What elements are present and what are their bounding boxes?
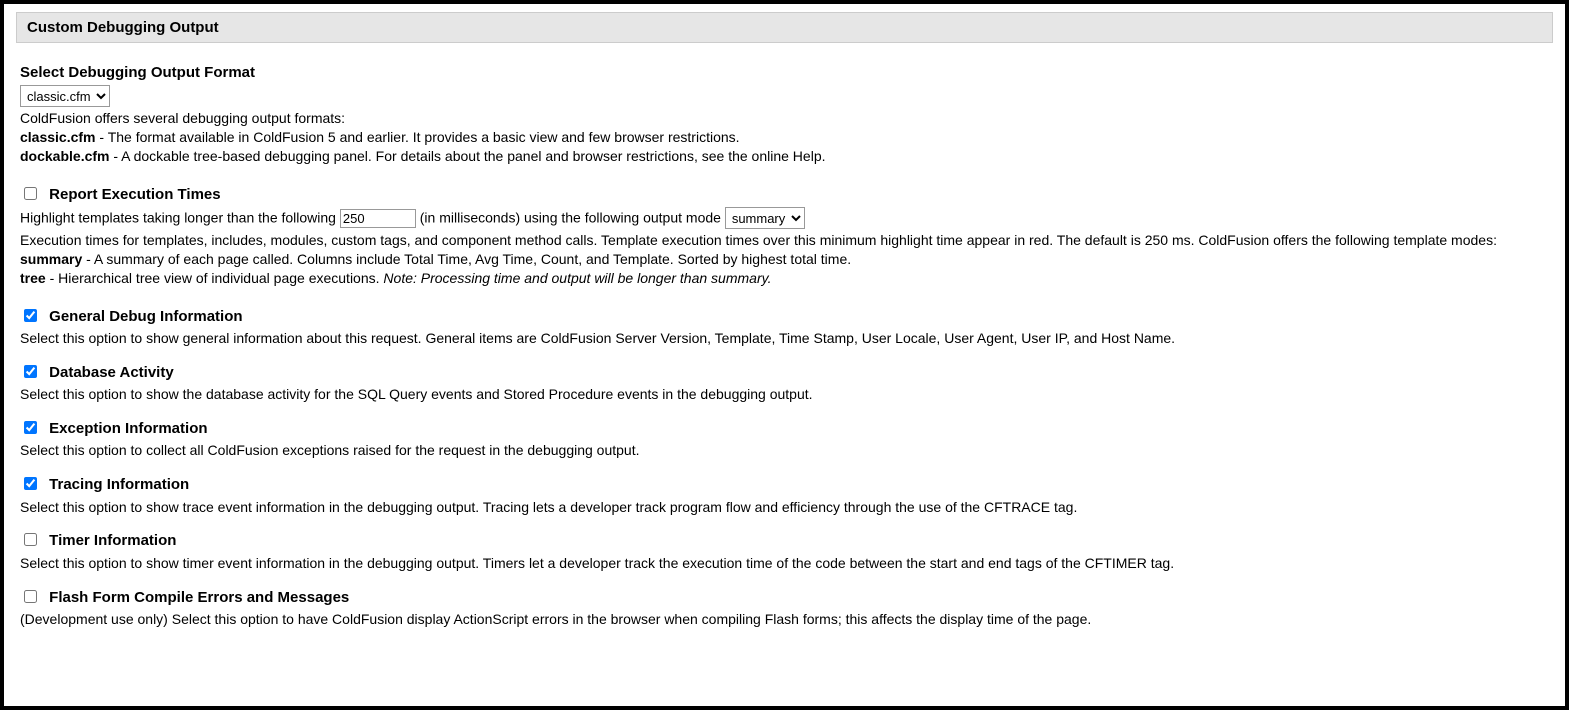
- flash-checkbox[interactable]: [24, 590, 37, 603]
- report-exec-block: Report Execution Times Highlight templat…: [20, 184, 1549, 288]
- threshold-pre: Highlight templates taking longer than t…: [20, 210, 340, 226]
- output-format-intro: ColdFusion offers several debugging outp…: [20, 109, 1549, 128]
- exception-checkbox[interactable]: [24, 421, 37, 434]
- report-exec-heading: Report Execution Times: [49, 186, 220, 203]
- database-block: Database Activity Select this option to …: [20, 362, 1549, 404]
- tracing-desc: Select this option to show trace event i…: [20, 498, 1549, 517]
- section-header: Custom Debugging Output: [16, 12, 1553, 43]
- summary-name: summary: [20, 251, 82, 267]
- classic-name: classic.cfm: [20, 129, 96, 145]
- database-checkbox[interactable]: [24, 365, 37, 378]
- dockable-name: dockable.cfm: [20, 148, 109, 164]
- timer-desc: Select this option to show timer event i…: [20, 554, 1549, 573]
- timer-checkbox[interactable]: [24, 533, 37, 546]
- tracing-checkbox[interactable]: [24, 477, 37, 490]
- timer-heading: Timer Information: [49, 532, 176, 549]
- general-checkbox[interactable]: [24, 309, 37, 322]
- threshold-mid: (in milliseconds) using the following ou…: [420, 210, 725, 226]
- general-desc: Select this option to show general infor…: [20, 329, 1549, 348]
- threshold-input[interactable]: [340, 209, 416, 228]
- window-frame: Custom Debugging Output Select Debugging…: [0, 0, 1569, 710]
- report-exec-desc: Execution times for templates, includes,…: [20, 231, 1549, 250]
- database-heading: Database Activity: [49, 364, 174, 381]
- report-exec-checkbox[interactable]: [24, 187, 37, 200]
- tree-desc-italic: Note: Processing time and output will be…: [383, 270, 771, 286]
- flash-block: Flash Form Compile Errors and Messages (…: [20, 587, 1549, 629]
- classic-desc: - The format available in ColdFusion 5 a…: [96, 129, 740, 145]
- output-format-block: Select Debugging Output Format classic.c…: [20, 63, 1549, 166]
- output-format-select[interactable]: classic.cfm: [20, 85, 110, 107]
- output-mode-select[interactable]: summary: [725, 207, 805, 229]
- tree-name: tree: [20, 270, 46, 286]
- dockable-desc: - A dockable tree-based debugging panel.…: [109, 148, 825, 164]
- tracing-block: Tracing Information Select this option t…: [20, 474, 1549, 516]
- section-title: Custom Debugging Output: [27, 19, 219, 36]
- exception-desc: Select this option to collect all ColdFu…: [20, 441, 1549, 460]
- general-block: General Debug Information Select this op…: [20, 306, 1549, 348]
- flash-heading: Flash Form Compile Errors and Messages: [49, 589, 349, 606]
- output-format-heading: Select Debugging Output Format: [20, 64, 255, 81]
- exception-heading: Exception Information: [49, 420, 207, 437]
- summary-desc: - A summary of each page called. Columns…: [82, 251, 851, 267]
- exception-block: Exception Information Select this option…: [20, 418, 1549, 460]
- tree-desc-plain: - Hierarchical tree view of individual p…: [46, 270, 384, 286]
- flash-desc: (Development use only) Select this optio…: [20, 610, 1549, 629]
- general-heading: General Debug Information: [49, 308, 242, 325]
- database-desc: Select this option to show the database …: [20, 385, 1549, 404]
- timer-block: Timer Information Select this option to …: [20, 530, 1549, 572]
- tracing-heading: Tracing Information: [49, 476, 189, 493]
